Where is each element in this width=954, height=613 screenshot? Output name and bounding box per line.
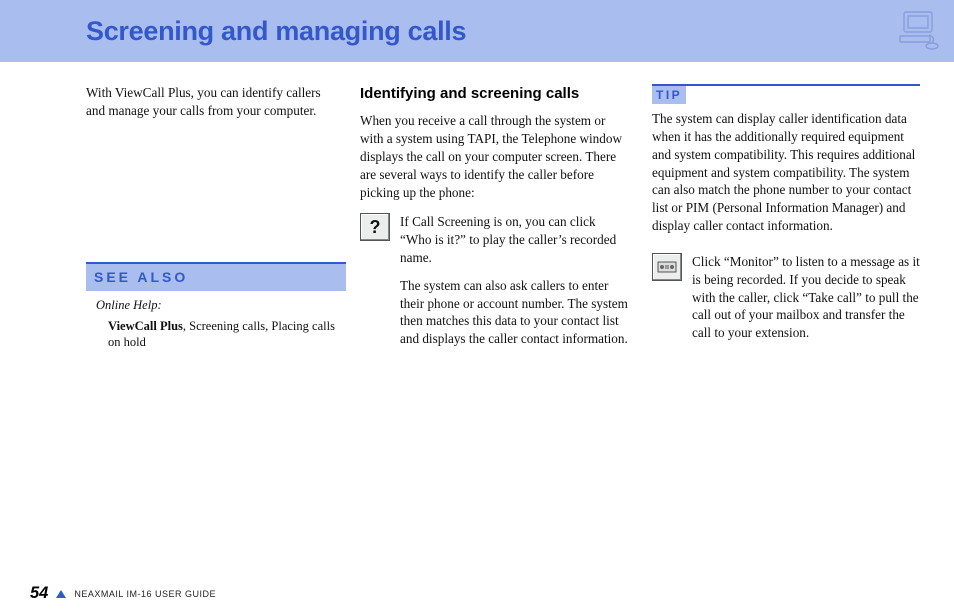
triangle-icon [56,590,66,598]
tip-header: TIP [652,84,920,104]
section-heading: Identifying and screening calls [360,84,628,104]
monitor-block: Click “Monitor” to listen to a message a… [652,253,920,342]
see-also-topic-bold: ViewCall Plus [108,319,183,333]
column-3: TIP The system can display caller identi… [652,84,920,360]
page-footer: 54 NEAXMAIL IM-16 USER GUIDE [30,584,216,603]
page-number: 54 [30,584,48,603]
see-also-topic: ViewCall Plus, Screening calls, Placing … [96,318,336,351]
question-mark-icon: ? [360,213,390,241]
col2-p2: The system can also ask callers to enter… [360,277,628,348]
who-is-it-block: ? If Call Screening is on, you can click… [360,213,628,266]
monitor-text: Click “Monitor” to listen to a message a… [692,253,920,342]
see-also-box: SEE ALSO Online Help: ViewCall Plus, Scr… [86,262,346,360]
monitor-icon [652,253,682,281]
header-band: Screening and managing calls [0,0,954,62]
column-2: Identifying and screening calls When you… [360,84,628,360]
computer-icon [894,6,944,56]
content-columns: With ViewCall Plus, you can identify cal… [0,62,954,360]
col2-p1: When you receive a call through the syst… [360,112,628,201]
see-also-online-help-label: Online Help: [96,297,336,314]
see-also-heading: SEE ALSO [86,262,346,291]
column-1: With ViewCall Plus, you can identify cal… [86,84,336,360]
intro-paragraph: With ViewCall Plus, you can identify cal… [86,84,336,120]
page-title: Screening and managing calls [86,16,466,47]
tip-body: The system can display caller identifica… [652,110,920,235]
see-also-body: Online Help: ViewCall Plus, Screening ca… [86,291,346,360]
guide-name: NEAXMAIL IM-16 USER GUIDE [74,589,216,599]
who-is-it-text: If Call Screening is on, you can click “… [400,213,628,266]
tip-label: TIP [652,86,686,104]
